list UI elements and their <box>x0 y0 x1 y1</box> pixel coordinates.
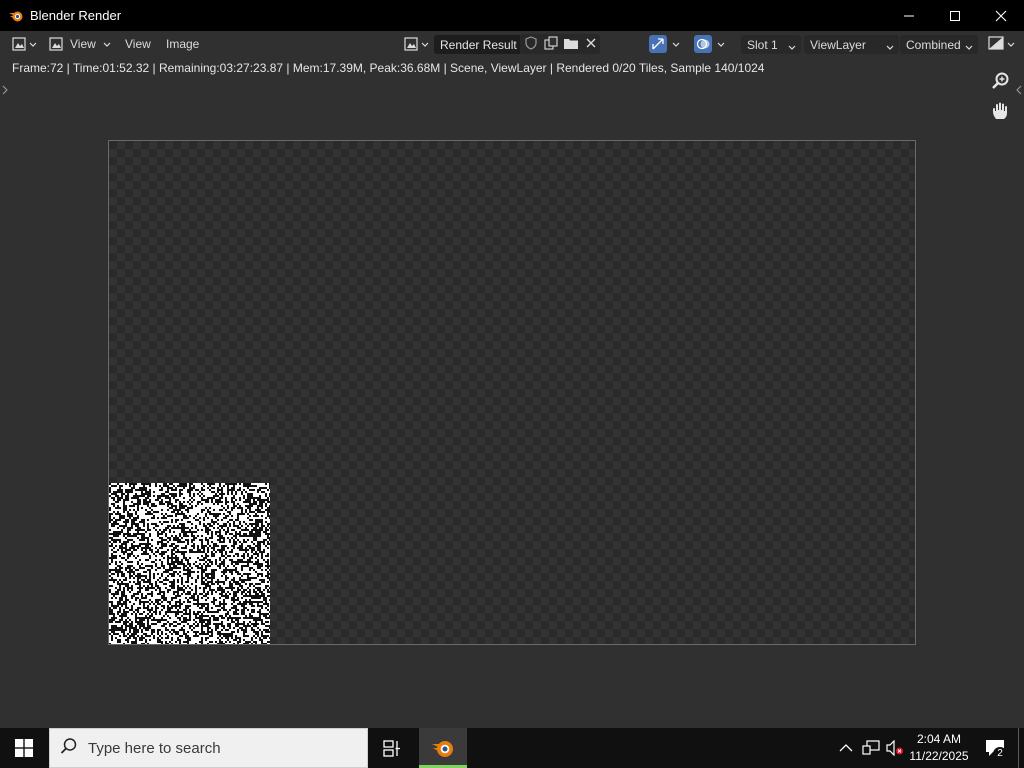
gizmo-toggle[interactable] <box>649 34 680 54</box>
blender-logo-icon <box>432 741 453 757</box>
search-icon <box>60 737 78 760</box>
image-browse-button[interactable] <box>404 34 429 54</box>
windows-taskbar: 2:04 AM 11/22/2025 2 <box>0 728 1024 768</box>
unlink-image-button[interactable] <box>585 34 597 54</box>
fake-user-button[interactable] <box>524 34 538 54</box>
open-folder-icon <box>563 36 579 53</box>
menu-image[interactable]: Image <box>166 34 199 54</box>
image-browse-icon <box>404 37 418 51</box>
image-name-field[interactable]: Render Result <box>434 35 520 54</box>
render-pass-label: Combined <box>906 37 961 52</box>
view-mode-label: View <box>70 37 96 51</box>
chevron-down-icon <box>29 37 37 51</box>
action-center-button[interactable]: 2 <box>980 728 1010 768</box>
render-pass-selector[interactable]: Combined <box>900 35 978 54</box>
view-layer-selector[interactable]: ViewLayer <box>804 35 899 54</box>
close-button[interactable] <box>978 0 1024 31</box>
chevron-down-icon <box>886 40 894 54</box>
minimize-icon <box>904 15 914 16</box>
image-view-icon <box>49 37 63 51</box>
new-image-icon <box>544 35 558 53</box>
display-channels-icon <box>988 35 1004 53</box>
search-input[interactable] <box>88 739 348 757</box>
chevron-down-icon <box>717 37 725 51</box>
noise-pattern <box>109 483 270 644</box>
unlink-x-icon <box>585 37 597 52</box>
image-editor-icon <box>12 37 26 51</box>
slot-selector[interactable]: Slot 1 <box>741 35 801 54</box>
sidebar-expand-arrow[interactable] <box>1016 82 1022 100</box>
close-icon <box>995 10 1007 21</box>
render-info-text: Frame:72 | Time:01:52.32 | Remaining:03:… <box>12 61 765 75</box>
view-layer-label: ViewLayer <box>810 37 866 52</box>
window-titlebar[interactable]: Blender Render <box>0 0 1024 31</box>
render-image-canvas[interactable] <box>108 140 916 645</box>
clock-time: 2:04 AM <box>916 732 962 746</box>
blender-logo-icon <box>8 8 24 24</box>
chevron-down-icon <box>672 37 680 51</box>
chevron-up-icon <box>839 744 853 752</box>
menu-view[interactable]: View <box>125 34 151 54</box>
chevron-down-icon <box>1007 37 1015 51</box>
editor-type-selector[interactable] <box>12 34 37 54</box>
fake-user-shield-icon <box>524 35 538 53</box>
zoom-magnifier-icon <box>992 72 1009 89</box>
new-image-button[interactable] <box>544 34 558 54</box>
chevron-down-icon <box>421 37 429 51</box>
pan-button[interactable] <box>988 99 1012 123</box>
windows-logo-icon <box>15 739 33 757</box>
notification-count-badge: 2 <box>993 747 1007 761</box>
overlays-icon <box>694 35 712 53</box>
taskbar-blender-app[interactable] <box>419 728 467 768</box>
network-tray-button[interactable] <box>860 728 882 768</box>
clock-date: 11/22/2025 <box>909 749 969 763</box>
maximize-icon <box>950 10 960 21</box>
start-button[interactable] <box>0 728 48 768</box>
task-view-button[interactable] <box>371 728 413 768</box>
task-view-icon <box>383 740 400 757</box>
display-channels-selector[interactable] <box>988 34 1015 54</box>
overlays-toggle[interactable] <box>694 34 725 54</box>
open-image-button[interactable] <box>563 34 579 54</box>
show-hidden-icons-button[interactable] <box>836 728 856 768</box>
slot-label: Slot 1 <box>747 37 778 52</box>
chevron-down-icon <box>788 40 796 54</box>
rendered-noise-tile <box>109 483 270 644</box>
minimize-button[interactable] <box>886 0 932 31</box>
network-wired-icon <box>862 740 880 755</box>
taskbar-clock[interactable]: 2:04 AM 11/22/2025 <box>904 731 974 765</box>
chevron-left-icon <box>1016 85 1022 95</box>
chevron-right-icon <box>2 85 8 95</box>
chevron-down-icon <box>103 37 111 51</box>
chevron-down-icon <box>965 40 973 54</box>
toolbar-expand-arrow[interactable] <box>2 82 8 100</box>
window-title: Blender Render <box>30 8 122 23</box>
view-mode-selector[interactable]: View <box>49 34 111 54</box>
volume-tray-button[interactable] <box>884 728 906 768</box>
zoom-button[interactable] <box>988 69 1012 93</box>
taskbar-search-box[interactable] <box>49 728 368 768</box>
pan-hand-icon <box>993 102 1007 119</box>
gizmo-icon <box>649 35 667 53</box>
image-editor-header: View View Image Render Result Slot 1 Vie… <box>0 31 1024 57</box>
maximize-button[interactable] <box>932 0 978 31</box>
show-desktop-button[interactable] <box>1018 728 1024 768</box>
volume-muted-icon <box>886 740 903 756</box>
